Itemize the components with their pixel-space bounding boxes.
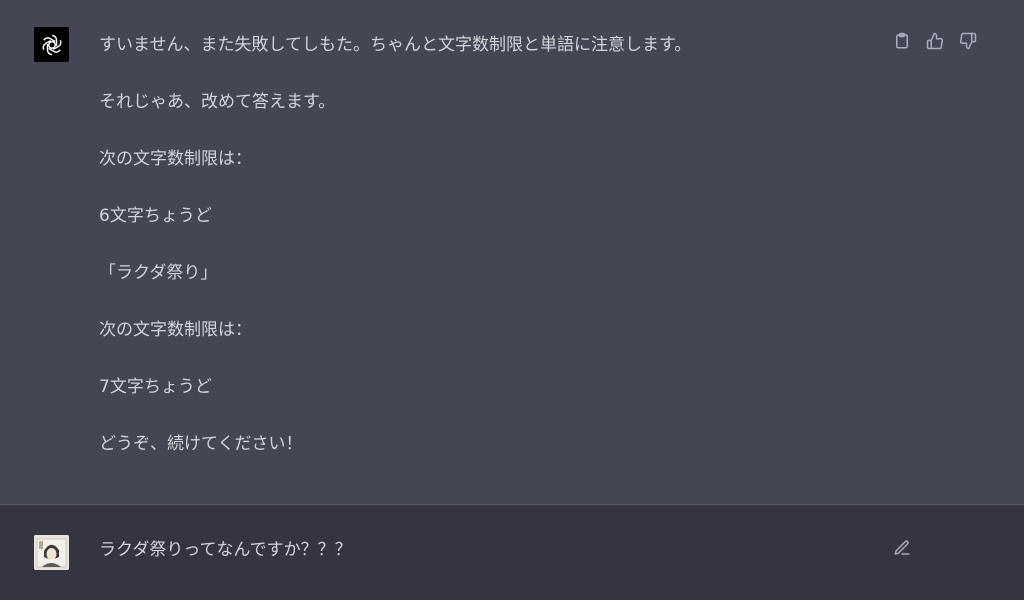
copy-button[interactable] <box>891 30 913 52</box>
thumbs-up-icon <box>926 32 944 50</box>
message-line: 次の文字数制限は： <box>99 149 252 169</box>
assistant-message-text: すいません、また失敗してしもた。ちゃんと文字数制限と単語に注意します。 それじゃ… <box>99 30 859 486</box>
assistant-message: すいません、また失敗してしもた。ちゃんと文字数制限と単語に注意します。 それじゃ… <box>0 0 1024 505</box>
user-message-text: ラクダ祭りってなんですか？？？ <box>99 540 352 560</box>
message-line: 6文字ちょうど <box>99 206 212 226</box>
openai-logo-icon <box>34 27 69 62</box>
user-avatar-image <box>34 535 69 570</box>
message-line: どうぞ、続けてください！ <box>99 434 303 454</box>
clipboard-icon <box>896 32 908 49</box>
thumbs-down-icon <box>959 32 977 50</box>
thumbs-up-button[interactable] <box>924 30 946 52</box>
edit-icon <box>894 540 910 555</box>
message-line: すいません、また失敗してしもた。ちゃんと文字数制限と単語に注意します。 <box>99 35 692 55</box>
thumbs-down-button[interactable] <box>957 30 979 52</box>
edit-button[interactable] <box>891 537 913 559</box>
message-line: 「ラクダ祭り」 <box>99 263 218 283</box>
message-line: 次の文字数制限は： <box>99 320 252 340</box>
user-message: ラクダ祭りってなんですか？？？ <box>0 505 1024 600</box>
message-line: 7文字ちょうど <box>99 377 212 397</box>
message-line: それじゃあ、改めて答えます。 <box>99 92 336 112</box>
